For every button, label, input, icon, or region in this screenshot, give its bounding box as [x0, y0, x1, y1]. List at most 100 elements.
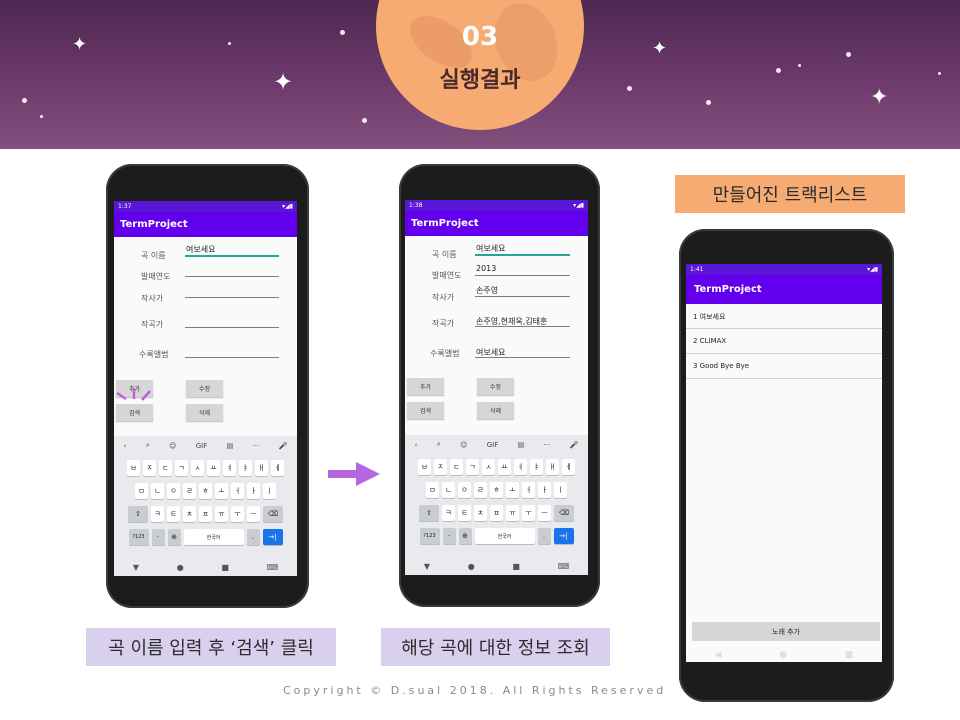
- key[interactable]: ㅂ: [418, 459, 431, 475]
- list-item[interactable]: 2 CLIMAX: [686, 329, 882, 354]
- back-icon[interactable]: ‹: [415, 441, 418, 449]
- key[interactable]: ㅅ: [191, 460, 204, 476]
- composer-input[interactable]: [185, 327, 279, 328]
- search-button[interactable]: 검색: [407, 402, 444, 419]
- keyboard-icon[interactable]: ⌨: [558, 562, 570, 571]
- key[interactable]: ㅣ: [554, 482, 567, 498]
- search-icon[interactable]: ⌕: [437, 440, 441, 449]
- album-input[interactable]: [185, 357, 279, 358]
- dot-key[interactable]: ·: [442, 528, 456, 544]
- key[interactable]: ㅕ: [514, 459, 527, 475]
- key[interactable]: ㅎ: [490, 482, 503, 498]
- dot-key[interactable]: ·: [151, 529, 165, 545]
- delete-button[interactable]: 삭제: [186, 404, 223, 421]
- back-icon[interactable]: ‹: [124, 442, 127, 450]
- key[interactable]: ㅠ: [506, 505, 519, 521]
- lyricist-input[interactable]: 손주영: [476, 285, 498, 296]
- lyricist-input[interactable]: [185, 297, 279, 298]
- key[interactable]: ㄱ: [175, 460, 188, 476]
- key[interactable]: ㅗ: [506, 482, 519, 498]
- space-key[interactable]: 한국어: [183, 529, 244, 545]
- enter-key[interactable]: →|: [262, 529, 283, 545]
- clipboard-icon[interactable]: ▤: [518, 441, 525, 449]
- home-nav-icon[interactable]: ●: [468, 562, 475, 571]
- key[interactable]: ㅁ: [426, 482, 439, 498]
- key[interactable]: ㅋ: [151, 506, 164, 522]
- search-icon[interactable]: ⌕: [146, 441, 150, 450]
- song-name-input[interactable]: 여보세요: [476, 243, 505, 254]
- delete-button[interactable]: 삭제: [477, 402, 514, 419]
- keyboard-icon[interactable]: ⌨: [267, 563, 279, 572]
- more-icon[interactable]: ···: [253, 442, 260, 450]
- key[interactable]: ㅛ: [498, 459, 511, 475]
- key[interactable]: ㅐ: [546, 459, 559, 475]
- key[interactable]: ㅊ: [474, 505, 487, 521]
- edit-button[interactable]: 수정: [477, 378, 514, 395]
- key[interactable]: ㅂ: [127, 460, 140, 476]
- numbers-key[interactable]: ?123: [128, 529, 149, 545]
- key[interactable]: ㄹ: [474, 482, 487, 498]
- year-input[interactable]: [185, 276, 279, 277]
- key[interactable]: ㅏ: [538, 482, 551, 498]
- key[interactable]: ㅓ: [231, 483, 244, 499]
- key[interactable]: ㅁ: [135, 483, 148, 499]
- backspace-key[interactable]: ⌫: [554, 505, 574, 521]
- add-button[interactable]: 추가: [407, 378, 444, 395]
- key[interactable]: ㅎ: [199, 483, 212, 499]
- globe-icon[interactable]: ⊕: [167, 529, 181, 545]
- key[interactable]: ㄹ: [183, 483, 196, 499]
- recents-nav-icon[interactable]: ■: [221, 563, 229, 572]
- key[interactable]: ㅜ: [231, 506, 244, 522]
- enter-key[interactable]: →|: [553, 528, 574, 544]
- back-nav-icon[interactable]: ▼: [133, 563, 139, 572]
- list-item[interactable]: 3 Good Bye Bye: [686, 354, 882, 379]
- key[interactable]: ㅌ: [458, 505, 471, 521]
- key[interactable]: ㅋ: [442, 505, 455, 521]
- gif-button[interactable]: GIF: [196, 442, 208, 450]
- more-icon[interactable]: ···: [544, 441, 551, 449]
- key[interactable]: ㅡ: [538, 505, 551, 521]
- add-song-button[interactable]: 노래 추가: [692, 622, 880, 641]
- key[interactable]: ㅗ: [215, 483, 228, 499]
- key[interactable]: ㅓ: [522, 482, 535, 498]
- list-item[interactable]: 1 여보세요: [686, 304, 882, 329]
- key[interactable]: ㅣ: [263, 483, 276, 499]
- key[interactable]: ㄱ: [466, 459, 479, 475]
- edit-button[interactable]: 수정: [186, 380, 223, 397]
- year-input[interactable]: 2013: [476, 264, 496, 273]
- globe-icon[interactable]: ⊕: [458, 528, 472, 544]
- key[interactable]: ㅑ: [530, 459, 543, 475]
- clipboard-icon[interactable]: ▤: [227, 442, 234, 450]
- key[interactable]: ㅅ: [482, 459, 495, 475]
- key[interactable]: ㄷ: [159, 460, 172, 476]
- recents-nav-icon[interactable]: ■: [845, 650, 854, 660]
- shift-key[interactable]: ⇧: [128, 506, 148, 522]
- key[interactable]: ㅊ: [183, 506, 196, 522]
- home-nav-icon[interactable]: ●: [779, 650, 787, 660]
- key[interactable]: ㅈ: [434, 459, 447, 475]
- key[interactable]: ㅔ: [271, 460, 284, 476]
- key[interactable]: ㅌ: [167, 506, 180, 522]
- key[interactable]: ㄴ: [151, 483, 164, 499]
- key[interactable]: ㅜ: [522, 505, 535, 521]
- key[interactable]: ㅔ: [562, 459, 575, 475]
- key[interactable]: ㅠ: [215, 506, 228, 522]
- backspace-key[interactable]: ⌫: [263, 506, 283, 522]
- back-nav-icon[interactable]: ◀: [715, 650, 722, 660]
- key[interactable]: ㅑ: [239, 460, 252, 476]
- mic-icon[interactable]: 🎤: [279, 442, 288, 450]
- period-key[interactable]: .: [537, 528, 551, 544]
- space-key[interactable]: 한국어: [474, 528, 535, 544]
- recents-nav-icon[interactable]: ■: [512, 562, 520, 571]
- numbers-key[interactable]: ?123: [419, 528, 440, 544]
- key[interactable]: ㅈ: [143, 460, 156, 476]
- key[interactable]: ㅍ: [199, 506, 212, 522]
- song-name-input[interactable]: 여보세요: [186, 244, 215, 255]
- back-nav-icon[interactable]: ▼: [424, 562, 430, 571]
- key[interactable]: ㅐ: [255, 460, 268, 476]
- key[interactable]: ㅍ: [490, 505, 503, 521]
- key[interactable]: ㄴ: [442, 482, 455, 498]
- key[interactable]: ㅕ: [223, 460, 236, 476]
- key[interactable]: ㅇ: [458, 482, 471, 498]
- mic-icon[interactable]: 🎤: [570, 441, 579, 449]
